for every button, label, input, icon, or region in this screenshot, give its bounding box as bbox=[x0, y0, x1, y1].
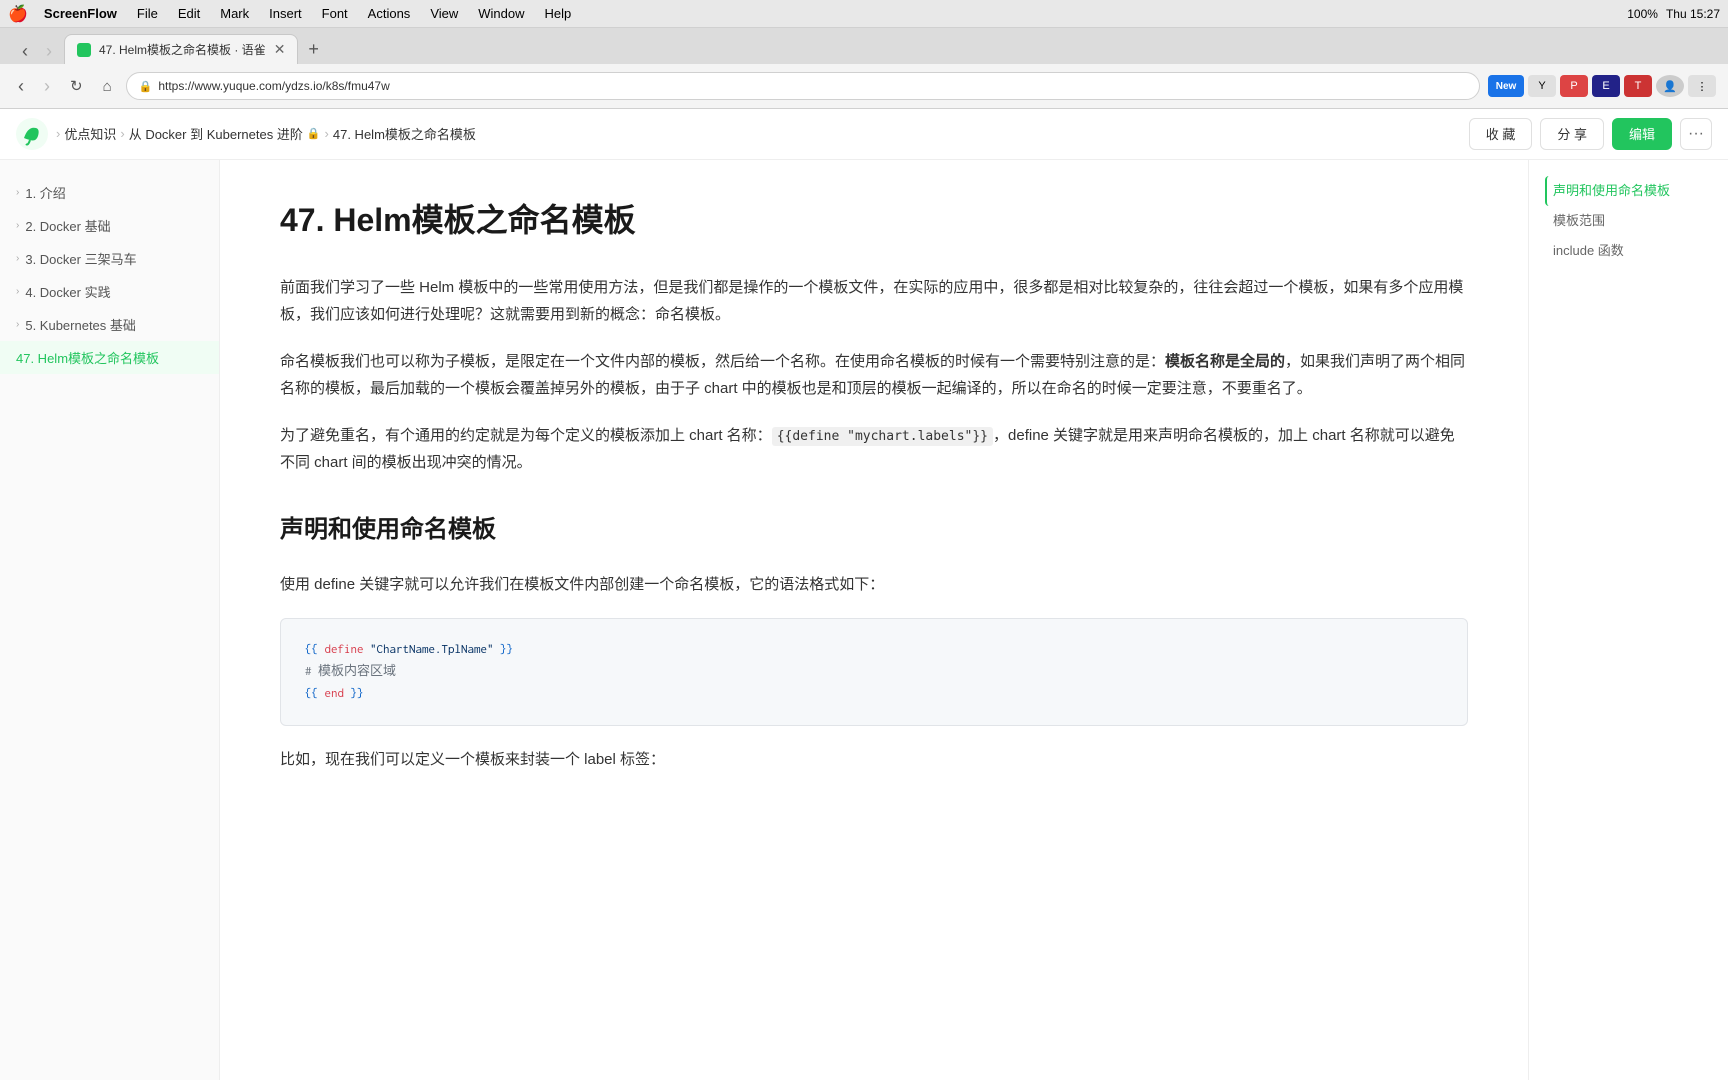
share-btn[interactable]: 分 享 bbox=[1540, 118, 1604, 150]
page-wrapper: › 优点知识 › 从 Docker 到 Kubernetes 进阶 🔒 › 47… bbox=[0, 108, 1728, 1080]
page-topbar: › 优点知识 › 从 Docker 到 Kubernetes 进阶 🔒 › 47… bbox=[0, 108, 1728, 160]
breadcrumb-root[interactable]: 优点知识 bbox=[64, 124, 116, 143]
browser-back-btn[interactable]: ‹ bbox=[16, 38, 34, 64]
breadcrumb-arrow-1: › bbox=[56, 126, 60, 141]
clock: Thu 15:27 bbox=[1666, 7, 1720, 21]
content-area: › 1. 介绍 › 2. Docker 基础 › 3. Docker 三架马车 … bbox=[0, 160, 1728, 1080]
left-sidebar: › 1. 介绍 › 2. Docker 基础 › 3. Docker 三架马车 … bbox=[0, 160, 220, 1080]
article-title: 47. Helm模板之命名模板 bbox=[280, 200, 1468, 242]
paragraph-1: 前面我们学习了一些 Helm 模板中的一些常用使用方法，但是我们都是操作的一个模… bbox=[280, 274, 1468, 328]
browser-menu-btn[interactable]: ⋮ bbox=[1688, 75, 1716, 97]
menubar-file[interactable]: File bbox=[129, 4, 166, 23]
active-tab[interactable]: 47. Helm模板之命名模板 · 语雀 ✕ bbox=[64, 34, 298, 64]
toolbar-ext-3[interactable]: E bbox=[1592, 75, 1620, 97]
browser-reload-btn[interactable]: ↻ bbox=[64, 73, 89, 99]
more-actions-btn[interactable]: ··· bbox=[1680, 118, 1712, 150]
sidebar-item-docker-basic[interactable]: › 2. Docker 基础 bbox=[0, 209, 219, 242]
browser-back-btn2[interactable]: ‹ bbox=[12, 72, 30, 101]
sidebar-item-docker-practice[interactable]: › 4. Docker 实践 bbox=[0, 275, 219, 308]
new-tab-btn[interactable]: + bbox=[300, 35, 327, 64]
tab-bar: ‹ › 47. Helm模板之命名模板 · 语雀 ✕ + bbox=[0, 28, 1728, 64]
chevron-icon-5: › bbox=[16, 319, 19, 330]
battery-status: 100% bbox=[1627, 7, 1658, 21]
menubar-screenflow[interactable]: ScreenFlow bbox=[36, 4, 125, 23]
code-block-1: {{ define "ChartName.TplName" }} # 模板内容区… bbox=[280, 618, 1468, 726]
yuque-logo bbox=[16, 118, 48, 150]
address-bar[interactable]: 🔒 https://www.yuque.com/ydzs.io/k8s/fmu4… bbox=[126, 72, 1480, 100]
ssl-lock-icon: 🔒 bbox=[139, 80, 153, 93]
menubar-window[interactable]: Window bbox=[470, 4, 532, 23]
menubar: 🍎 ScreenFlow File Edit Mark Insert Font … bbox=[0, 0, 1728, 28]
chevron-icon-2: › bbox=[16, 220, 19, 231]
menubar-mark[interactable]: Mark bbox=[212, 4, 257, 23]
new-icon[interactable]: New bbox=[1488, 75, 1524, 97]
breadcrumb-current: 47. Helm模板之命名模板 bbox=[333, 124, 476, 143]
right-toc: 声明和使用命名模板 模板范围 include 函数 bbox=[1528, 160, 1728, 1080]
apple-menu[interactable]: 🍎 bbox=[8, 4, 28, 24]
browser-forward-btn2[interactable]: › bbox=[38, 72, 56, 101]
menubar-actions[interactable]: Actions bbox=[360, 4, 419, 23]
sidebar-item-label-5: 5. Kubernetes 基础 bbox=[25, 315, 136, 334]
section-title-1: 声明和使用命名模板 bbox=[280, 508, 1468, 551]
menubar-view[interactable]: View bbox=[422, 4, 466, 23]
breadcrumb-lock-icon: 🔒 bbox=[307, 127, 321, 140]
section1-text: 使用 define 关键字就可以允许我们在模板文件内部创建一个命名模板，它的语法… bbox=[280, 571, 1468, 598]
toc-item-3[interactable]: include 函数 bbox=[1545, 236, 1712, 266]
browser-toolbar: ‹ › ↻ ⌂ 🔒 https://www.yuque.com/ydzs.io/… bbox=[0, 64, 1728, 108]
main-content: 47. Helm模板之命名模板 前面我们学习了一些 Helm 模板中的一些常用使… bbox=[220, 160, 1528, 1080]
code-line-1: {{ define "ChartName.TplName" }} bbox=[305, 639, 1443, 661]
page-actions: 收 藏 分 享 编辑 ··· bbox=[1469, 118, 1712, 150]
tab-label: 47. Helm模板之命名模板 · 语雀 bbox=[99, 41, 266, 58]
breadcrumb-arrow-3: › bbox=[325, 126, 329, 141]
browser-toolbar-right: New Y P E T 👤 ⋮ bbox=[1488, 75, 1716, 97]
toc-item-2[interactable]: 模板范围 bbox=[1545, 206, 1712, 236]
sidebar-item-label-1: 1. 介绍 bbox=[25, 183, 65, 202]
bold-text-1: 模板名称是全局的 bbox=[1165, 353, 1285, 370]
chevron-icon-3: › bbox=[16, 253, 19, 264]
browser-chrome: ‹ › 47. Helm模板之命名模板 · 语雀 ✕ + ‹ › ↻ ⌂ 🔒 h… bbox=[0, 28, 1728, 109]
toolbar-ext-4[interactable]: T bbox=[1624, 75, 1652, 97]
sidebar-item-label-2: 2. Docker 基础 bbox=[25, 216, 110, 235]
breadcrumb: › 优点知识 › 从 Docker 到 Kubernetes 进阶 🔒 › 47… bbox=[56, 124, 1469, 143]
paragraph-3: 为了避免重名，有个通用的约定就是为每个定义的模板添加上 chart 名称：{{d… bbox=[280, 422, 1468, 476]
tab-favicon bbox=[77, 43, 91, 57]
menubar-font[interactable]: Font bbox=[314, 4, 356, 23]
menubar-insert[interactable]: Insert bbox=[261, 4, 310, 23]
menubar-right: 100% Thu 15:27 bbox=[1627, 7, 1720, 21]
chevron-icon-4: › bbox=[16, 286, 19, 297]
code-line-3: {{ end }} bbox=[305, 683, 1443, 705]
toolbar-ext-1[interactable]: Y bbox=[1528, 75, 1556, 97]
toc-item-1[interactable]: 声明和使用命名模板 bbox=[1545, 176, 1712, 206]
browser-home-btn[interactable]: ⌂ bbox=[97, 74, 118, 99]
toolbar-ext-2[interactable]: P bbox=[1560, 75, 1588, 97]
sidebar-item-label-4: 4. Docker 实践 bbox=[25, 282, 110, 301]
url-text: https://www.yuque.com/ydzs.io/k8s/fmu47w bbox=[158, 79, 389, 93]
sidebar-item-docker-triple[interactable]: › 3. Docker 三架马车 bbox=[0, 242, 219, 275]
bookmark-btn[interactable]: 收 藏 bbox=[1469, 118, 1533, 150]
breadcrumb-arrow-2: › bbox=[120, 126, 124, 141]
tab-close-btn[interactable]: ✕ bbox=[274, 41, 286, 58]
edit-btn[interactable]: 编辑 bbox=[1612, 118, 1672, 150]
sidebar-item-k8s-basic[interactable]: › 5. Kubernetes 基础 bbox=[0, 308, 219, 341]
code-line-2: # 模板内容区域 bbox=[305, 661, 1443, 683]
sidebar-item-label-3: 3. Docker 三架马车 bbox=[25, 249, 136, 268]
sidebar-item-label-6: 47. Helm模板之命名模板 bbox=[16, 348, 159, 367]
section2-intro: 比如，现在我们可以定义一个模板来封装一个 label 标签： bbox=[280, 746, 1468, 773]
browser-forward-btn[interactable]: › bbox=[40, 38, 58, 64]
menubar-help[interactable]: Help bbox=[537, 4, 580, 23]
user-avatar[interactable]: 👤 bbox=[1656, 75, 1684, 97]
breadcrumb-parent[interactable]: 从 Docker 到 Kubernetes 进阶 bbox=[129, 124, 303, 143]
sidebar-item-helm-named-template[interactable]: 47. Helm模板之命名模板 bbox=[0, 341, 219, 374]
paragraph-2: 命名模板我们也可以称为子模板，是限定在一个文件内部的模板，然后给一个名称。在使用… bbox=[280, 348, 1468, 402]
chevron-icon-1: › bbox=[16, 187, 19, 198]
menubar-edit[interactable]: Edit bbox=[170, 4, 208, 23]
article-body: 前面我们学习了一些 Helm 模板中的一些常用使用方法，但是我们都是操作的一个模… bbox=[280, 274, 1468, 773]
sidebar-item-intro[interactable]: › 1. 介绍 bbox=[0, 176, 219, 209]
